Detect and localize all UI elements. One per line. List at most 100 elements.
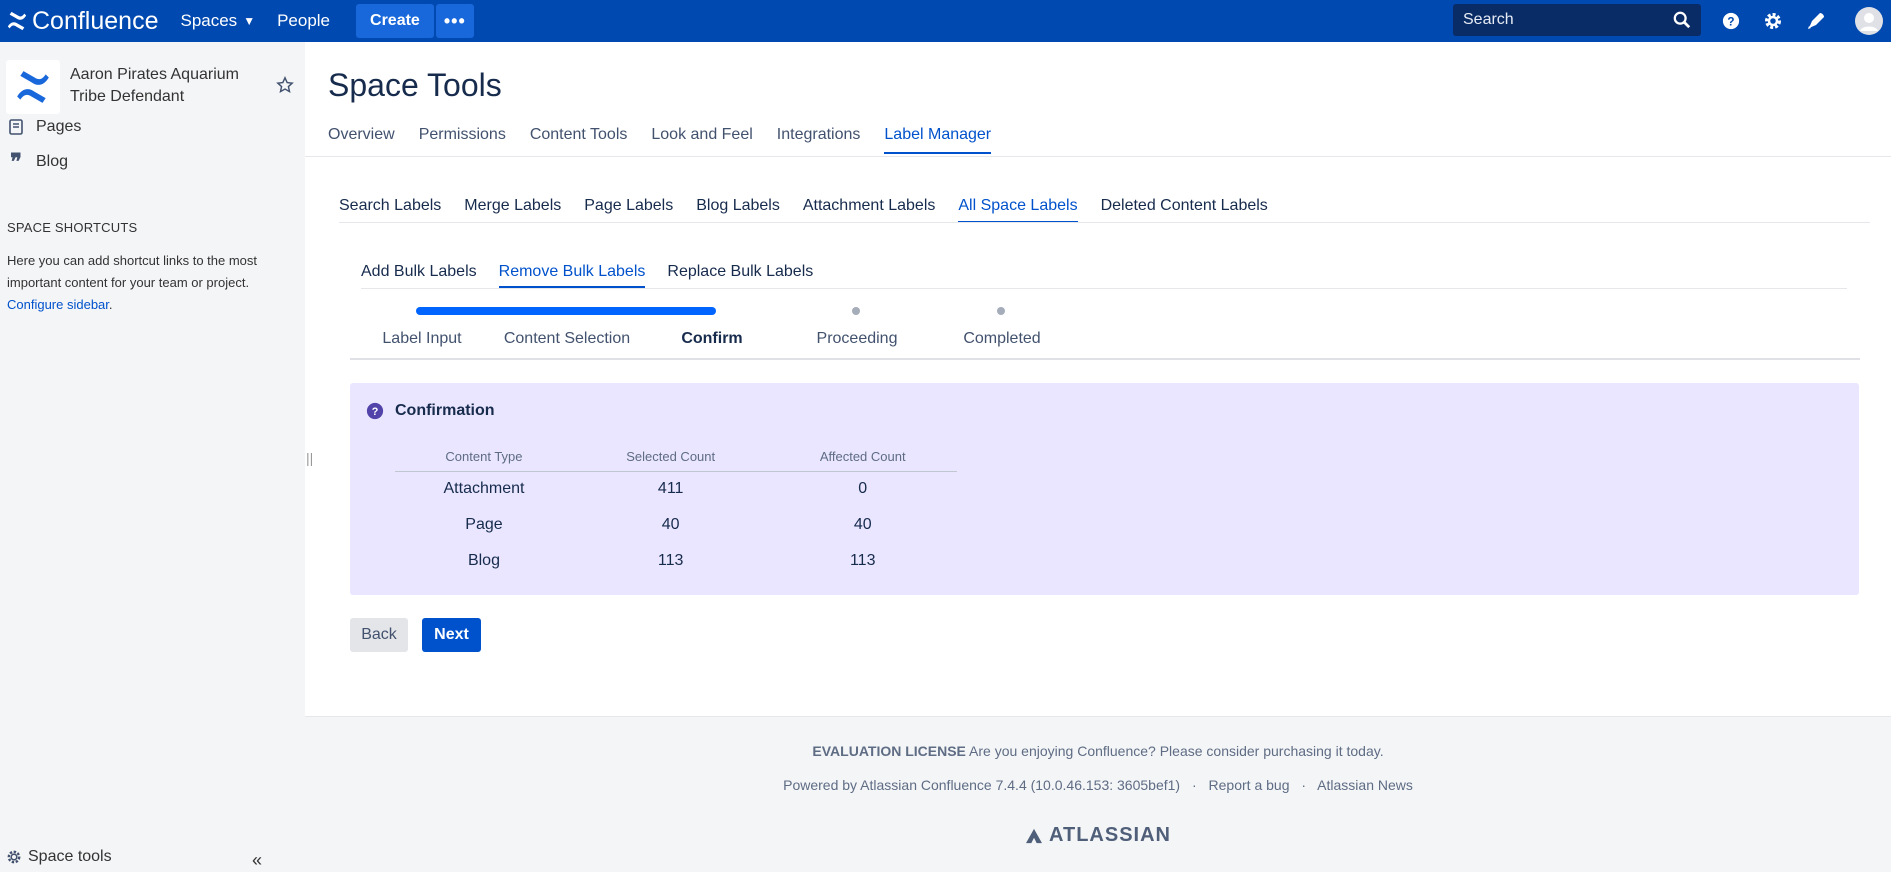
confirmation-panel: ? Confirmation Content Type Selected Cou… — [350, 383, 1859, 595]
spaces-label: Spaces — [180, 11, 238, 30]
table-cell: 411 — [657, 480, 684, 498]
svg-text:?: ? — [1727, 16, 1734, 29]
tab-merge-labels[interactable]: Merge Labels — [464, 197, 561, 223]
progress-bar — [416, 307, 716, 315]
separator: · — [1301, 777, 1307, 793]
separator: · — [1191, 777, 1197, 793]
gear-icon — [7, 850, 21, 864]
tab-page-labels[interactable]: Page Labels — [584, 197, 673, 223]
notifications-icon[interactable] — [1804, 9, 1828, 33]
confirmation-title: Confirmation — [395, 402, 495, 419]
sidebar-item-blog[interactable]: ❞ Blog — [8, 149, 69, 175]
step-proceeding: Proceeding — [816, 330, 898, 347]
help-icon[interactable]: ? — [1719, 9, 1743, 33]
powered-by: Powered by Atlassian Confluence 7.4.4 (1… — [305, 777, 1891, 793]
sub-tabs-divider — [339, 222, 1870, 223]
sidebar-item-label: Pages — [36, 118, 82, 135]
chevron-down-icon: ▼ — [243, 14, 256, 28]
sidebar: Aaron Pirates Aquarium Tribe Defendant P… — [0, 42, 305, 872]
license-notice: EVALUATION LICENSE Are you enjoying Conf… — [305, 743, 1891, 759]
main-tabs: Overview Permissions Content Tools Look … — [328, 126, 1015, 154]
tab-add-bulk-labels[interactable]: Add Bulk Labels — [361, 263, 477, 288]
search-box — [1453, 4, 1701, 36]
next-button[interactable]: Next — [422, 618, 481, 652]
table-row: Attachment 411 0 — [395, 471, 957, 507]
settings-icon[interactable] — [1761, 9, 1785, 33]
star-icon[interactable] — [276, 76, 294, 94]
table-cell: 113 — [657, 552, 684, 569]
table-cell: 113 — [849, 552, 876, 569]
tab-overview[interactable]: Overview — [328, 126, 395, 154]
space-logo[interactable] — [6, 60, 60, 114]
tab-look-and-feel[interactable]: Look and Feel — [651, 126, 752, 154]
atlassian-brand-text: ATLASSIAN — [1049, 824, 1171, 846]
tab-attachment-labels[interactable]: Attachment Labels — [803, 197, 936, 223]
atlassian-news-link[interactable]: Atlassian News — [1317, 777, 1413, 793]
table-cell: Page — [465, 516, 503, 533]
people-link[interactable]: People — [277, 11, 330, 31]
bulk-tabs-divider — [361, 288, 1847, 289]
tab-replace-bulk-labels[interactable]: Replace Bulk Labels — [667, 263, 813, 288]
confluence-logo[interactable]: Confluence — [6, 7, 158, 36]
steps-divider — [350, 358, 1860, 360]
report-bug-link[interactable]: Report a bug — [1209, 777, 1290, 793]
atlassian-logo-icon — [1026, 828, 1043, 843]
svg-text:?: ? — [372, 406, 379, 418]
column-header: Selected Count — [572, 443, 769, 472]
tab-remove-bulk-labels[interactable]: Remove Bulk Labels — [498, 263, 646, 288]
license-label: EVALUATION LICENSE — [812, 743, 966, 759]
create-button[interactable]: Create — [356, 4, 434, 38]
powered-text: Powered by Atlassian Confluence 7.4.4 (1… — [783, 777, 1181, 793]
confirmation-table: Content Type Selected Count Affected Cou… — [395, 443, 957, 579]
spaces-menu[interactable]: Spaces ▼ — [180, 11, 255, 31]
step-content-selection: Content Selection — [503, 330, 631, 347]
top-navigation-bar: Confluence Spaces ▼ People Create ••• ? — [0, 0, 1891, 42]
tab-content-tools[interactable]: Content Tools — [530, 126, 628, 154]
table-header-row: Content Type Selected Count Affected Cou… — [395, 443, 957, 472]
tab-label-manager[interactable]: Label Manager — [884, 126, 992, 154]
search-input[interactable] — [1453, 11, 1663, 29]
avatar[interactable] — [1855, 7, 1883, 35]
step-confirm: Confirm — [681, 330, 743, 347]
space-name[interactable]: Aaron Pirates Aquarium Tribe Defendant — [70, 64, 270, 108]
sidebar-item-label: Blog — [36, 153, 69, 170]
logo-text: Confluence — [32, 6, 159, 35]
tab-blog-labels[interactable]: Blog Labels — [696, 197, 780, 223]
page-title: Space Tools — [328, 67, 502, 103]
create-more-button[interactable]: ••• — [435, 4, 474, 38]
atlassian-logo[interactable]: ATLASSIAN — [305, 824, 1891, 847]
table-cell: 0 — [858, 480, 868, 498]
confluence-logo-icon — [7, 11, 27, 31]
tab-integrations[interactable]: Integrations — [777, 126, 861, 154]
step-completed: Completed — [963, 330, 1041, 347]
sidebar-item-pages[interactable]: Pages — [8, 118, 81, 136]
step-dot-proceeding — [852, 307, 860, 315]
license-text: Are you enjoying Confluence? Please cons… — [969, 743, 1384, 759]
space-tools-label: Space tools — [28, 848, 112, 865]
period: . — [108, 297, 113, 312]
table-cell: Blog — [467, 552, 500, 569]
pages-icon — [8, 119, 24, 135]
tab-all-space-labels[interactable]: All Space Labels — [958, 197, 1078, 223]
table-row: Page 40 40 — [395, 507, 957, 543]
back-button[interactable]: Back — [350, 618, 408, 652]
tab-deleted-content-labels[interactable]: Deleted Content Labels — [1101, 197, 1268, 223]
tab-permissions[interactable]: Permissions — [419, 126, 506, 154]
sidebar-resize-handle[interactable]: || — [306, 450, 313, 466]
space-tools-button[interactable]: Space tools — [6, 848, 112, 866]
configure-sidebar-link[interactable]: Configure sidebar — [7, 297, 109, 312]
people-label: People — [277, 11, 331, 30]
table-cell: 40 — [853, 516, 872, 533]
shortcuts-text: Here you can add shortcut links to the m… — [7, 253, 258, 290]
collapse-sidebar-icon[interactable]: « — [252, 850, 262, 871]
column-header: Content Type — [395, 443, 573, 472]
table-cell: Attachment — [443, 480, 525, 498]
step-dot-completed — [997, 307, 1005, 315]
space-shortcuts-description: Here you can add shortcut links to the m… — [7, 250, 287, 316]
space-shortcuts-heading: SPACE SHORTCUTS — [7, 220, 138, 235]
table-cell: 40 — [661, 516, 680, 533]
footer: EVALUATION LICENSE Are you enjoying Conf… — [305, 716, 1891, 872]
blog-icon: ❞ — [10, 149, 22, 175]
tab-search-labels[interactable]: Search Labels — [339, 197, 441, 223]
search-icon[interactable] — [1673, 11, 1691, 29]
